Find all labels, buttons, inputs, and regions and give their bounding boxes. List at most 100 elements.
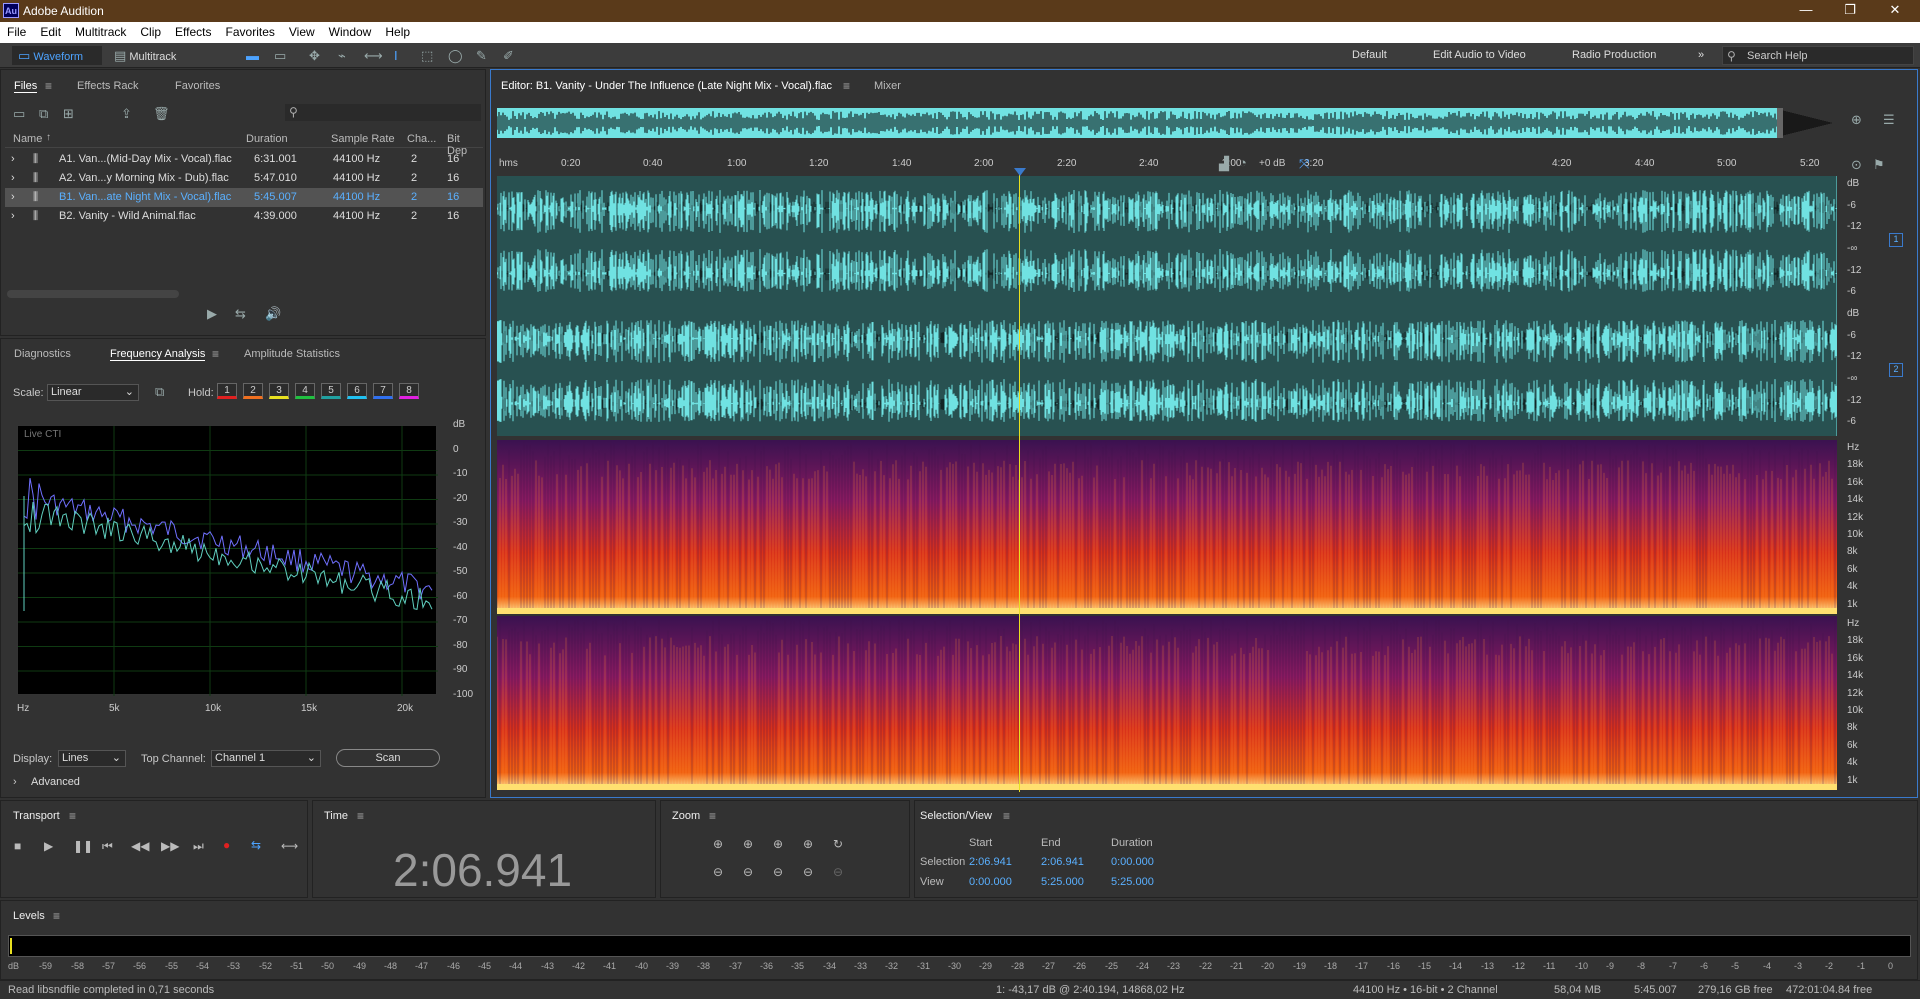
zoom-out-amplitude-icon[interactable]: ⊖ <box>713 865 723 879</box>
delete-icon[interactable]: 🗑 <box>153 106 170 122</box>
col-name[interactable]: Name <box>13 133 42 145</box>
maximize-icon[interactable]: ❐ <box>1830 2 1870 20</box>
panel-menu-icon[interactable]: ≡ <box>357 809 364 823</box>
zoom-in-time-icon[interactable]: ⊕ <box>743 837 753 851</box>
view-start[interactable]: 0:00.000 <box>969 876 1012 888</box>
top-channel-dropdown[interactable]: Channel 1 ⌄ <box>211 750 321 767</box>
menu-file[interactable]: File <box>0 22 33 39</box>
menu-multitrack[interactable]: Multitrack <box>68 22 133 39</box>
workspace-radio-production[interactable]: Radio Production <box>1566 46 1662 65</box>
zoom-fit-icon[interactable]: ⊕ <box>1851 112 1862 128</box>
hold-button-5[interactable]: 5 <box>321 383 341 399</box>
tab-favorites[interactable]: Favorites <box>175 80 220 92</box>
playhead-marker-icon[interactable] <box>1014 168 1026 176</box>
zoom-in-point-icon[interactable]: ⊕ <box>773 837 783 851</box>
panel-menu-icon[interactable]: ≡ <box>843 79 850 93</box>
record-icon[interactable]: ● <box>223 838 230 852</box>
marquee-icon[interactable]: ⬚ <box>415 46 439 65</box>
fast-forward-icon[interactable]: ▶▶ <box>161 839 179 853</box>
loop-icon[interactable]: ⇆ <box>235 306 246 322</box>
workspace-edit-audio-to-video[interactable]: Edit Audio to Video <box>1427 46 1532 65</box>
zoom-tracks-icon[interactable]: ⊖ <box>833 865 843 879</box>
tab-files[interactable]: Files <box>14 80 38 93</box>
skip-selection-icon[interactable]: ⟷ <box>281 839 298 853</box>
chevron-right-icon[interactable]: › <box>13 776 17 788</box>
editor-tab[interactable]: Editor: B1. Vanity - Under The Influence… <box>501 80 832 92</box>
pause-icon[interactable]: ❚❚ <box>73 839 93 853</box>
hold-button-2[interactable]: 2 <box>243 383 263 399</box>
files-search-input[interactable]: ⚲ <box>285 104 481 121</box>
skip-forward-icon[interactable]: ⏭ <box>193 839 204 854</box>
gain-readout[interactable]: +0 dB <box>1259 158 1285 169</box>
spectrogram-channel-2[interactable] <box>496 616 1837 790</box>
more-workspaces-icon[interactable]: » <box>1692 46 1710 65</box>
view-end[interactable]: 5:25.000 <box>1041 876 1084 888</box>
pin-icon[interactable]: ⤧ <box>1299 156 1309 172</box>
menu-edit[interactable]: Edit <box>33 22 68 39</box>
scan-button[interactable]: Scan <box>336 749 440 767</box>
zoom-out-full-icon[interactable]: ⊖ <box>803 865 813 879</box>
time-display[interactable]: 2:06.941 <box>393 843 572 897</box>
zoom-reset-icon[interactable]: ↻ <box>833 837 843 851</box>
hold-button-8[interactable]: 8 <box>399 383 419 399</box>
file-row[interactable]: › ⫼ A2. Van...y Morning Mix - Dub).flac 5:4… <box>5 169 483 188</box>
time-ruler[interactable]: hms 0:20 0:40 1:00 1:20 1:40 2:00 2:20 2:40 3:00 3… <box>497 154 1837 174</box>
brush-icon[interactable]: ✎ <box>470 46 493 65</box>
tab-frequency-analysis[interactable]: Frequency Analysis <box>110 348 206 361</box>
hold-button-1[interactable]: 1 <box>217 383 237 399</box>
panel-menu-icon[interactable]: ≡ <box>53 909 60 923</box>
scale-dropdown[interactable]: Linear ⌄ <box>47 384 139 401</box>
waveform-channel-2[interactable] <box>496 306 1837 436</box>
skip-back-icon[interactable]: ⏮ <box>102 839 113 854</box>
search-help-field[interactable]: ⚲ Search Help <box>1722 46 1914 65</box>
overview-waveform[interactable] <box>497 108 1837 138</box>
view-duration[interactable]: 5:25.000 <box>1111 876 1154 888</box>
hold-button-3[interactable]: 3 <box>269 383 289 399</box>
tab-mixer[interactable]: Mixer <box>874 80 901 92</box>
file-row[interactable]: › ⫼ B1. Van...ate Night Mix - Vocal).flac 5… <box>5 188 483 207</box>
menu-clip[interactable]: Clip <box>133 22 168 39</box>
tab-effects-rack[interactable]: Effects Rack <box>77 80 139 92</box>
autoplay-icon[interactable]: 🔊 <box>265 306 281 322</box>
channel-1-toggle[interactable]: 1 <box>1889 233 1903 247</box>
import-icon[interactable]: ⧉ <box>39 106 48 122</box>
files-scrollbar[interactable] <box>7 290 179 298</box>
razor-tool-icon[interactable]: ⌁ <box>332 46 352 65</box>
minimize-icon[interactable]: — <box>1786 2 1826 20</box>
play-icon[interactable]: ▶ <box>44 839 53 853</box>
pitch-view-icon[interactable]: ▭ <box>268 46 292 65</box>
layout-icon[interactable]: ☰ <box>1883 112 1895 128</box>
zoom-in-amplitude-icon[interactable]: ⊙ <box>1851 157 1862 173</box>
lasso-icon[interactable]: ◯ <box>442 46 469 65</box>
marker-icon[interactable]: ⚑ <box>1873 157 1885 173</box>
col-sample-rate[interactable]: Sample Rate <box>331 133 395 145</box>
panel-menu-icon[interactable]: ≡ <box>69 809 76 823</box>
display-dropdown[interactable]: Lines ⌄ <box>58 750 126 767</box>
multitrack-button[interactable]: ▤ Multitrack <box>108 46 198 65</box>
move-tool-icon[interactable]: ✥ <box>303 46 326 65</box>
play-icon[interactable]: ▶ <box>207 306 217 322</box>
menu-view[interactable]: View <box>282 22 322 39</box>
slip-tool-icon[interactable]: ⟷ <box>358 46 389 65</box>
file-row[interactable]: › ⫼ A1. Van...(Mid-Day Mix - Vocal).flac 6:… <box>5 150 483 169</box>
loop-icon[interactable]: ⇆ <box>251 838 261 852</box>
spectrogram-channel-1[interactable] <box>496 440 1837 614</box>
waveform-channel-1[interactable] <box>496 176 1837 306</box>
zoom-out-time-icon[interactable]: ⊖ <box>743 865 753 879</box>
copy-icon[interactable]: ⧉ <box>155 384 164 400</box>
spot-healing-icon[interactable]: ✐ <box>497 46 520 65</box>
panel-menu-icon[interactable]: ≡ <box>212 347 219 361</box>
tab-amplitude-statistics[interactable]: Amplitude Statistics <box>244 348 340 360</box>
spectral-view-icon[interactable]: ▬ <box>240 46 265 65</box>
menu-window[interactable]: Window <box>322 22 379 39</box>
playhead[interactable] <box>1019 168 1020 792</box>
file-row[interactable]: › ⫼ B2. Vanity - Wild Animal.flac 4:39.000 4… <box>5 207 483 226</box>
tab-diagnostics[interactable]: Diagnostics <box>14 348 71 360</box>
col-channels[interactable]: Cha... <box>407 133 436 145</box>
advanced-toggle[interactable]: Advanced <box>31 776 80 788</box>
workspace-default[interactable]: Default <box>1346 46 1393 65</box>
col-duration[interactable]: Duration <box>246 133 288 145</box>
insert-icon[interactable]: ⇪ <box>121 106 132 122</box>
zoom-selection-icon[interactable]: ⊕ <box>803 837 813 851</box>
volume-knob-icon[interactable]: ◔ <box>1239 155 1247 170</box>
